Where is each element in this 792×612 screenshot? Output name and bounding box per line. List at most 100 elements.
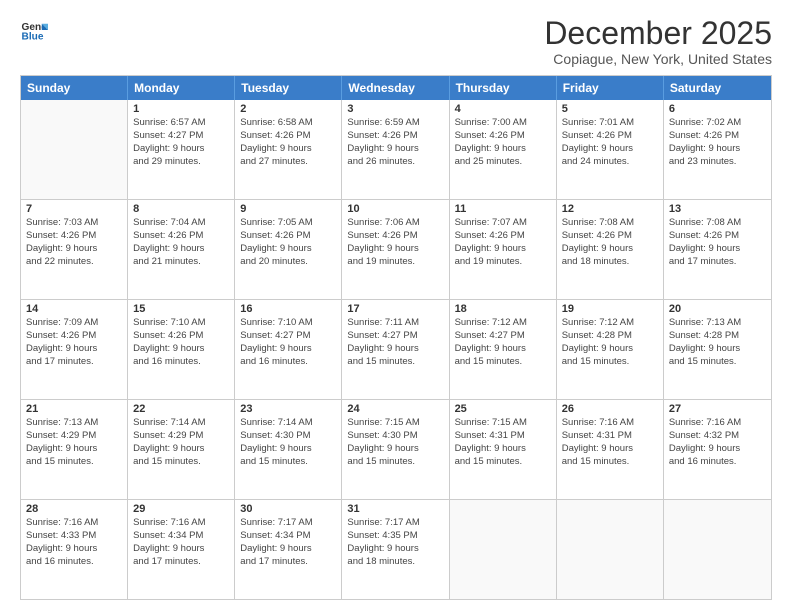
cell-line: Daylight: 9 hours bbox=[455, 243, 551, 256]
day-number: 16 bbox=[240, 303, 336, 315]
cell-line: Sunset: 4:34 PM bbox=[133, 530, 229, 543]
cell-line: Sunset: 4:32 PM bbox=[669, 430, 766, 443]
day-number: 14 bbox=[26, 303, 122, 315]
calendar-header: SundayMondayTuesdayWednesdayThursdayFrid… bbox=[21, 76, 771, 100]
cell-line: Sunset: 4:26 PM bbox=[26, 330, 122, 343]
header-day-monday: Monday bbox=[128, 76, 235, 100]
cal-cell-10: 10Sunrise: 7:06 AMSunset: 4:26 PMDayligh… bbox=[342, 200, 449, 299]
logo-icon: General Blue bbox=[20, 16, 48, 44]
cell-line: Sunset: 4:30 PM bbox=[347, 430, 443, 443]
cal-cell-23: 23Sunrise: 7:14 AMSunset: 4:30 PMDayligh… bbox=[235, 400, 342, 499]
day-number: 22 bbox=[133, 403, 229, 415]
cell-line: Sunset: 4:29 PM bbox=[133, 430, 229, 443]
day-number: 27 bbox=[669, 403, 766, 415]
cell-line: and 16 minutes. bbox=[669, 456, 766, 469]
cal-cell-11: 11Sunrise: 7:07 AMSunset: 4:26 PMDayligh… bbox=[450, 200, 557, 299]
cell-line: Sunset: 4:26 PM bbox=[455, 230, 551, 243]
day-number: 19 bbox=[562, 303, 658, 315]
day-number: 6 bbox=[669, 103, 766, 115]
cell-line: Sunrise: 7:08 AM bbox=[562, 217, 658, 230]
cal-cell-6: 6Sunrise: 7:02 AMSunset: 4:26 PMDaylight… bbox=[664, 100, 771, 199]
cal-cell-26: 26Sunrise: 7:16 AMSunset: 4:31 PMDayligh… bbox=[557, 400, 664, 499]
cell-line: Sunrise: 7:12 AM bbox=[562, 317, 658, 330]
cal-cell-13: 13Sunrise: 7:08 AMSunset: 4:26 PMDayligh… bbox=[664, 200, 771, 299]
cell-line: and 27 minutes. bbox=[240, 156, 336, 169]
cal-cell-1: 1Sunrise: 6:57 AMSunset: 4:27 PMDaylight… bbox=[128, 100, 235, 199]
cell-line: Daylight: 9 hours bbox=[347, 243, 443, 256]
cal-cell-31: 31Sunrise: 7:17 AMSunset: 4:35 PMDayligh… bbox=[342, 500, 449, 599]
calendar-body: 1Sunrise: 6:57 AMSunset: 4:27 PMDaylight… bbox=[21, 100, 771, 599]
cell-line: Sunrise: 7:15 AM bbox=[347, 417, 443, 430]
cell-line: and 19 minutes. bbox=[455, 256, 551, 269]
cell-line: Sunset: 4:26 PM bbox=[133, 330, 229, 343]
cell-line: Sunrise: 7:14 AM bbox=[240, 417, 336, 430]
cell-line: and 24 minutes. bbox=[562, 156, 658, 169]
cell-line: Sunset: 4:29 PM bbox=[26, 430, 122, 443]
cell-line: Sunset: 4:26 PM bbox=[562, 230, 658, 243]
cell-line: and 26 minutes. bbox=[347, 156, 443, 169]
cell-line: Daylight: 9 hours bbox=[562, 343, 658, 356]
day-number: 12 bbox=[562, 203, 658, 215]
day-number: 15 bbox=[133, 303, 229, 315]
cell-line: and 21 minutes. bbox=[133, 256, 229, 269]
cell-line: Daylight: 9 hours bbox=[562, 243, 658, 256]
cell-line: Daylight: 9 hours bbox=[240, 443, 336, 456]
cell-line: Sunrise: 7:17 AM bbox=[240, 517, 336, 530]
cell-line: and 15 minutes. bbox=[562, 456, 658, 469]
cell-line: Daylight: 9 hours bbox=[26, 343, 122, 356]
cell-line: and 16 minutes. bbox=[133, 356, 229, 369]
cell-line: Sunset: 4:33 PM bbox=[26, 530, 122, 543]
day-number: 13 bbox=[669, 203, 766, 215]
cell-line: Sunrise: 6:59 AM bbox=[347, 117, 443, 130]
cal-cell-17: 17Sunrise: 7:11 AMSunset: 4:27 PMDayligh… bbox=[342, 300, 449, 399]
header-day-thursday: Thursday bbox=[450, 76, 557, 100]
day-number: 21 bbox=[26, 403, 122, 415]
logo: General Blue bbox=[20, 16, 48, 44]
cal-cell-15: 15Sunrise: 7:10 AMSunset: 4:26 PMDayligh… bbox=[128, 300, 235, 399]
cell-line: Sunrise: 7:13 AM bbox=[669, 317, 766, 330]
cell-line: Sunrise: 7:12 AM bbox=[455, 317, 551, 330]
calendar-row-1: 7Sunrise: 7:03 AMSunset: 4:26 PMDaylight… bbox=[21, 199, 771, 299]
cell-line: and 17 minutes. bbox=[133, 556, 229, 569]
calendar: SundayMondayTuesdayWednesdayThursdayFrid… bbox=[20, 75, 772, 600]
cell-line: Daylight: 9 hours bbox=[26, 243, 122, 256]
cal-cell-5: 5Sunrise: 7:01 AMSunset: 4:26 PMDaylight… bbox=[557, 100, 664, 199]
cell-line: Daylight: 9 hours bbox=[562, 443, 658, 456]
cell-line: and 15 minutes. bbox=[455, 456, 551, 469]
cell-line: Sunset: 4:26 PM bbox=[240, 130, 336, 143]
day-number: 10 bbox=[347, 203, 443, 215]
cell-line: Sunset: 4:26 PM bbox=[347, 130, 443, 143]
cell-line: Sunrise: 7:16 AM bbox=[669, 417, 766, 430]
day-number: 8 bbox=[133, 203, 229, 215]
day-number: 3 bbox=[347, 103, 443, 115]
cell-line: Daylight: 9 hours bbox=[26, 443, 122, 456]
cell-line: and 19 minutes. bbox=[347, 256, 443, 269]
cell-line: and 15 minutes. bbox=[562, 356, 658, 369]
cell-line: Sunrise: 7:07 AM bbox=[455, 217, 551, 230]
cell-line: Sunrise: 7:05 AM bbox=[240, 217, 336, 230]
cal-cell-16: 16Sunrise: 7:10 AMSunset: 4:27 PMDayligh… bbox=[235, 300, 342, 399]
cell-line: Sunset: 4:31 PM bbox=[562, 430, 658, 443]
cal-cell-24: 24Sunrise: 7:15 AMSunset: 4:30 PMDayligh… bbox=[342, 400, 449, 499]
cell-line: and 16 minutes. bbox=[240, 356, 336, 369]
cell-line: Sunset: 4:26 PM bbox=[26, 230, 122, 243]
cell-line: Daylight: 9 hours bbox=[133, 343, 229, 356]
cell-line: Sunset: 4:26 PM bbox=[240, 230, 336, 243]
cell-line: Sunset: 4:26 PM bbox=[133, 230, 229, 243]
day-number: 4 bbox=[455, 103, 551, 115]
cell-line: Daylight: 9 hours bbox=[240, 143, 336, 156]
cell-line: and 15 minutes. bbox=[455, 356, 551, 369]
cell-line: Daylight: 9 hours bbox=[669, 243, 766, 256]
cell-line: and 18 minutes. bbox=[347, 556, 443, 569]
cell-line: Sunrise: 7:16 AM bbox=[133, 517, 229, 530]
cell-line: and 22 minutes. bbox=[26, 256, 122, 269]
day-number: 31 bbox=[347, 503, 443, 515]
day-number: 7 bbox=[26, 203, 122, 215]
cal-cell-14: 14Sunrise: 7:09 AMSunset: 4:26 PMDayligh… bbox=[21, 300, 128, 399]
cal-cell-empty-4-6 bbox=[664, 500, 771, 599]
cell-line: Sunset: 4:28 PM bbox=[669, 330, 766, 343]
day-number: 18 bbox=[455, 303, 551, 315]
cell-line: Daylight: 9 hours bbox=[562, 143, 658, 156]
cell-line: Sunrise: 7:14 AM bbox=[133, 417, 229, 430]
header-day-friday: Friday bbox=[557, 76, 664, 100]
